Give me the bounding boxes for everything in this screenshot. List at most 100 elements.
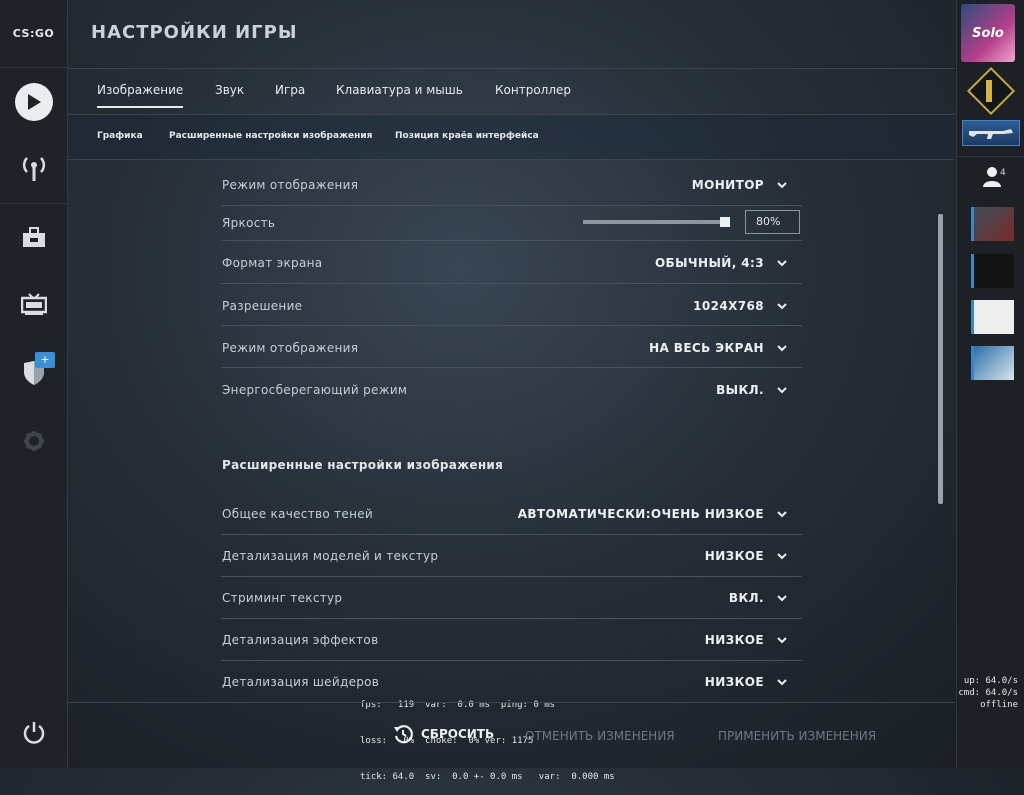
setting-value[interactable]: 1024X768 xyxy=(693,299,764,313)
gear-icon xyxy=(23,431,44,451)
chevron-down-icon[interactable] xyxy=(776,592,788,604)
tab-controller[interactable]: Контроллер xyxy=(495,83,571,97)
scrollbar[interactable] xyxy=(938,214,943,504)
setting-label: Разрешение xyxy=(222,299,303,313)
setting-label: Детализация эффектов xyxy=(222,633,379,647)
friend-avatar[interactable] xyxy=(971,207,1014,241)
setting-row-shadow-quality[interactable]: Общее качество теней АВТОМАТИЧЕСКИ:ОЧЕНЬ… xyxy=(221,493,802,535)
setting-value[interactable]: НИЗКОЕ xyxy=(705,675,764,689)
tv-icon xyxy=(20,293,47,315)
header: НАСТРОЙКИ ИГРЫ xyxy=(68,0,955,69)
section-title-advanced: Расширенные настройки изображения xyxy=(222,458,504,472)
new-badge: + xyxy=(35,352,55,368)
chevron-down-icon[interactable] xyxy=(776,508,788,520)
sidebar-divider xyxy=(0,203,67,204)
right-sidebar xyxy=(956,0,1024,768)
broadcast-button[interactable] xyxy=(0,138,67,198)
page-title: НАСТРОЙКИ ИГРЫ xyxy=(91,22,298,43)
power-icon xyxy=(23,722,44,744)
play-button[interactable] xyxy=(0,72,67,132)
tab-sound[interactable]: Звук xyxy=(215,83,244,97)
power-button[interactable] xyxy=(0,703,67,763)
csgo-logo[interactable]: CS:GO xyxy=(0,0,67,68)
setting-label: Энергосберегающий режим xyxy=(222,383,408,397)
brightness-value[interactable]: 80% xyxy=(745,210,800,234)
subtab-advanced-video[interactable]: Расширенные настройки изображения xyxy=(169,131,372,141)
setting-value[interactable]: ВЫКЛ. xyxy=(716,383,764,397)
setting-label: Формат экрана xyxy=(222,256,323,270)
play-icon xyxy=(14,83,53,121)
person-icon xyxy=(983,167,1001,187)
chevron-down-icon[interactable] xyxy=(776,634,788,646)
setting-row-resolution[interactable]: Разрешение 1024X768 xyxy=(221,284,802,326)
setting-label: Детализация шейдеров xyxy=(222,675,380,689)
friends-count: 4 xyxy=(1000,168,1006,178)
subtab-hud-edge[interactable]: Позиция краёв интерфейса xyxy=(395,131,539,141)
setting-value[interactable]: АВТОМАТИЧЕСКИ:ОЧЕНЬ НИЗКОЕ xyxy=(518,507,764,521)
setting-value[interactable]: НИЗКОЕ xyxy=(705,633,764,647)
setting-row-effect-detail[interactable]: Детализация эффектов НИЗКОЕ xyxy=(221,619,802,661)
cancel-changes-button[interactable]: ОТМЕНИТЬ ИЗМЕНЕНИЯ xyxy=(525,729,675,743)
chevron-down-icon[interactable] xyxy=(776,676,788,688)
net-graph-line: cmd: 64.0/s xyxy=(958,688,1018,698)
footer-divider xyxy=(68,702,955,703)
reset-button[interactable]: СБРОСИТЬ xyxy=(393,724,494,744)
sub-tabs: Графика Расширенные настройки изображени… xyxy=(68,115,955,160)
profile-avatar[interactable]: Solo xyxy=(961,4,1015,62)
setting-value[interactable]: МОНИТОР xyxy=(692,178,764,192)
apply-changes-button[interactable]: ПРИМЕНИТЬ ИЗМЕНЕНИЯ xyxy=(718,729,876,743)
watch-button[interactable] xyxy=(0,275,67,335)
setting-row-display-mode[interactable]: Режим отображения МОНИТОР xyxy=(221,164,802,206)
net-graph-right: up: 64.0/s cmd: 64.0/s offline xyxy=(955,675,1018,711)
friends-button[interactable] xyxy=(982,166,1002,192)
setting-label: Детализация моделей и текстур xyxy=(222,549,439,563)
chevron-down-icon[interactable] xyxy=(776,300,788,312)
setting-label: Общее качество теней xyxy=(222,507,374,521)
tab-game[interactable]: Игра xyxy=(275,83,305,97)
chevron-down-icon[interactable] xyxy=(776,179,788,191)
setting-value[interactable]: НИЗКОЕ xyxy=(705,549,764,563)
setting-row-window-mode[interactable]: Режим отображения НА ВЕСЬ ЭКРАН xyxy=(221,326,802,368)
net-graph-line: offline xyxy=(980,700,1018,710)
rifle-icon xyxy=(969,129,1013,139)
tab-image[interactable]: Изображение xyxy=(97,83,184,108)
settings-button[interactable] xyxy=(0,411,67,471)
setting-value[interactable]: ОБЫЧНЫЙ, 4:3 xyxy=(655,256,764,270)
chevron-down-icon[interactable] xyxy=(776,342,788,354)
setting-label: Режим отображения xyxy=(222,341,359,355)
setting-label: Режим отображения xyxy=(222,178,359,192)
brightness-slider[interactable] xyxy=(583,220,729,224)
chevron-down-icon[interactable] xyxy=(776,550,788,562)
setting-label: Стриминг текстур xyxy=(222,591,343,605)
chevron-down-icon[interactable] xyxy=(776,257,788,269)
net-graph-line: up: 64.0/s xyxy=(963,676,1018,686)
reset-label: СБРОСИТЬ xyxy=(421,727,495,741)
right-sidebar-divider xyxy=(957,156,1024,157)
tab-keyboard-mouse[interactable]: Клавиатура и мышь xyxy=(336,83,463,97)
weapon-card[interactable] xyxy=(962,120,1020,146)
main-tabs: Изображение Звук Игра Клавиатура и мышь … xyxy=(68,69,955,115)
reset-icon xyxy=(394,725,413,744)
subtab-graphics[interactable]: Графика xyxy=(97,131,143,141)
setting-row-texture-streaming[interactable]: Стриминг текстур ВКЛ. xyxy=(221,577,802,619)
net-graph-line: tick: 64.0 sv: 0.0 +- 0.0 ms var: 0.000 … xyxy=(360,772,615,782)
setting-row-aspect-ratio[interactable]: Формат экрана ОБЫЧНЫЙ, 4:3 xyxy=(221,241,802,284)
setting-row-power-saving[interactable]: Энергосберегающий режим ВЫКЛ. xyxy=(221,368,802,409)
setting-row-brightness[interactable]: Яркость 80% xyxy=(221,205,802,241)
friend-avatar[interactable] xyxy=(971,254,1014,288)
missions-button[interactable] xyxy=(0,343,67,403)
brightness-slider-thumb[interactable] xyxy=(720,217,730,227)
setting-row-model-texture-detail[interactable]: Детализация моделей и текстур НИЗКОЕ xyxy=(221,535,802,577)
rank-bar xyxy=(986,80,992,102)
briefcase-icon xyxy=(22,227,45,247)
chevron-down-icon[interactable] xyxy=(776,384,788,396)
setting-value[interactable]: НА ВЕСЬ ЭКРАН xyxy=(649,341,764,355)
friend-avatar[interactable] xyxy=(971,300,1014,334)
setting-value[interactable]: ВКЛ. xyxy=(729,591,764,605)
inventory-button[interactable] xyxy=(0,208,67,268)
broadcast-icon xyxy=(22,157,45,181)
setting-label: Яркость xyxy=(222,216,276,230)
net-graph-line: fps: 119 var: 0.0 ms ping: 0 ms xyxy=(360,700,556,710)
friend-avatar[interactable] xyxy=(971,346,1014,380)
left-sidebar: CS:GO + xyxy=(0,0,68,768)
